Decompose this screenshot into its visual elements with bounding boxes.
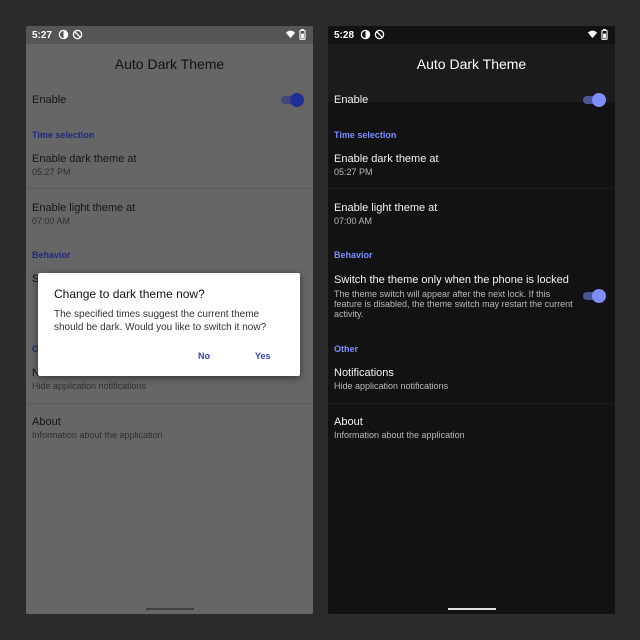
battery-icon (299, 29, 306, 40)
lock-switch-label[interactable]: Switch the theme only when the phone is … (334, 274, 569, 286)
lock-switch-toggle[interactable] (583, 289, 606, 303)
app-title: Auto Dark Theme (416, 56, 527, 72)
section-time-selection: Time selection (32, 130, 95, 140)
app-bar (328, 44, 615, 102)
divider (26, 403, 313, 404)
dark-theme-time-value: 05:27 PM (334, 167, 373, 177)
no-button[interactable]: No (198, 351, 210, 361)
enable-toggle[interactable] (281, 93, 304, 107)
about-label[interactable]: About (32, 416, 61, 428)
home-indicator[interactable] (447, 608, 496, 610)
divider (26, 188, 313, 189)
notifications-subtitle: Hide application notifications (32, 381, 147, 391)
about-subtitle: Information about the application (334, 430, 465, 440)
app-title: Auto Dark Theme (114, 56, 225, 72)
section-time-selection: Time selection (334, 130, 397, 140)
status-bar: 5:27 (26, 26, 313, 44)
light-theme-time-value: 07:00 AM (32, 216, 71, 226)
notifications-subtitle: Hide application notifications (334, 381, 449, 391)
confirm-dark-theme-dialog: Change to dark theme now? The specified … (38, 273, 300, 376)
divider (328, 403, 615, 404)
half-circle-icon (360, 29, 371, 40)
light-theme-time-label[interactable]: Enable light theme at (32, 202, 135, 214)
section-behavior: Behavior (334, 250, 373, 260)
dark-theme-time-value: 05:27 PM (32, 167, 71, 177)
about-subtitle: Information about the application (32, 430, 163, 440)
home-indicator[interactable] (145, 608, 194, 610)
dark-theme-time-label[interactable]: Enable dark theme at (32, 153, 137, 165)
status-time: 5:27 (32, 30, 53, 41)
status-time: 5:28 (334, 30, 355, 41)
status-bar: 5:28 (328, 26, 615, 44)
half-circle-icon (58, 29, 69, 40)
lock-switch-description: The theme switch will appear after the n… (334, 289, 573, 319)
dark-theme-time-label[interactable]: Enable dark theme at (334, 153, 439, 165)
battery-icon (601, 29, 608, 40)
light-theme-time-label[interactable]: Enable light theme at (334, 202, 437, 214)
light-theme-time-value: 07:00 AM (334, 216, 373, 226)
wifi-icon (285, 30, 296, 39)
enable-label: Enable (334, 94, 369, 106)
section-behavior: Behavior (32, 250, 71, 260)
dialog-title: Change to dark theme now? (54, 287, 205, 301)
dialog-message: The specified times suggest the current … (54, 309, 267, 333)
enable-toggle[interactable] (583, 93, 606, 107)
yes-button[interactable]: Yes (255, 351, 271, 361)
wifi-icon (587, 30, 598, 39)
circle-slash-icon (374, 29, 385, 40)
phone-screen-dark: 5:28 Auto Dark Theme Enable Time selecti… (328, 26, 615, 614)
notifications-label[interactable]: Notifications (334, 367, 394, 379)
section-other: Other (334, 344, 359, 354)
divider (328, 188, 615, 189)
enable-label: Enable (32, 94, 67, 106)
circle-slash-icon (72, 29, 83, 40)
about-label[interactable]: About (334, 416, 363, 428)
